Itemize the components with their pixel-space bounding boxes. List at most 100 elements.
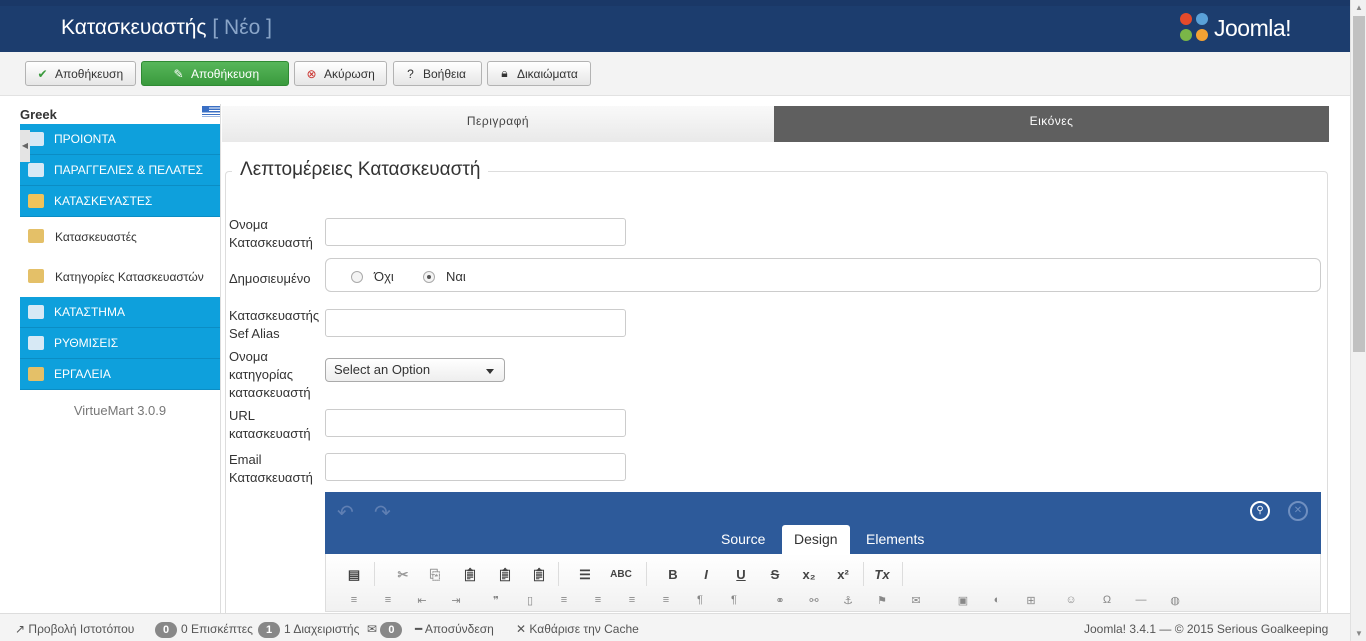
sidebar-subitem-manufacturer-categories[interactable]: Κατηγορίες Κατασκευαστών <box>20 257 220 297</box>
email-input[interactable] <box>325 453 626 481</box>
published-yes-radio[interactable] <box>423 271 435 283</box>
sidebar-item-products[interactable]: ΠΡΟΙΟΝΤΑ <box>20 124 220 155</box>
editor-tab-source[interactable]: Source <box>709 525 777 554</box>
lock-icon: 🔒︎ <box>501 66 508 80</box>
scroll-down-icon[interactable]: ▼ <box>1355 629 1363 638</box>
redo-icon[interactable]: ↷ <box>374 500 391 525</box>
spellcheck-icon[interactable]: ABC <box>610 564 632 586</box>
clear-cache-link[interactable]: ✕ Καθάρισε την Cache <box>516 622 639 636</box>
paste-word-icon[interactable]: 📋︎ <box>528 564 550 586</box>
sidebar-item-manufacturers[interactable]: ΚΑΤΑΣΚΕΥΑΣΤΕΣ <box>20 186 220 217</box>
rtl-icon[interactable]: ¶ <box>723 594 745 610</box>
new-document-icon[interactable]: ▤ <box>343 564 365 586</box>
tab-images[interactable]: Εικόνες <box>774 106 1329 142</box>
underline-icon[interactable]: U <box>730 564 752 586</box>
permissions-button[interactable]: 🔒︎ Δικαιώματα <box>487 61 591 86</box>
folder-icon <box>28 269 44 283</box>
logout-link[interactable]: ━ Αποσύνδεση <box>415 622 494 636</box>
align-left-icon[interactable]: ≡ <box>553 594 575 610</box>
help-button[interactable]: ? Βοήθεια <box>393 61 482 86</box>
scroll-up-icon[interactable]: ▲ <box>1355 3 1363 12</box>
link-icon[interactable]: ⚭ <box>769 594 791 610</box>
editor-tab-elements[interactable]: Elements <box>854 525 936 554</box>
toolbar-separator <box>863 562 864 586</box>
published-no-label[interactable]: Όχι <box>374 269 394 284</box>
justify-icon[interactable]: ≡ <box>655 594 677 610</box>
smiley-icon[interactable]: ☺ <box>1060 594 1082 610</box>
admins-status: 11 Διαχειριστής <box>258 622 359 638</box>
save-button[interactable]: ✔ Αποθήκευση <box>25 61 136 86</box>
save-close-button[interactable]: ✎ Αποθήκευση <box>141 61 289 86</box>
page-title-text: Κατασκευαστής <box>61 16 207 39</box>
tab-description[interactable]: Περιγραφή <box>222 106 774 142</box>
greek-flag-icon[interactable] <box>202 106 220 117</box>
published-label: Δημοσιευμένο <box>229 271 311 286</box>
subscript-icon[interactable]: x₂ <box>798 564 820 586</box>
paste-text-icon[interactable]: 📋︎ <box>494 564 516 586</box>
sidebar-item-settings[interactable]: ΡΥΘΜΙΣΕΙΣ <box>20 328 220 359</box>
media-icon[interactable]: ◐ <box>986 594 1008 610</box>
unlink-icon[interactable]: ⚯ <box>803 594 825 610</box>
clear-format-icon[interactable]: Tx <box>871 564 893 586</box>
sef-alias-label: Κατασκευαστής Sef Alias <box>229 308 320 341</box>
sidebar-item-label: Κατασκευαστές <box>55 230 137 244</box>
sidebar-item-store[interactable]: ΚΑΤΑΣΤΗΜΑ <box>20 297 220 328</box>
bullet-list-icon[interactable]: ≡ <box>377 594 399 610</box>
div-icon[interactable]: ▯ <box>519 594 541 610</box>
ltr-icon[interactable]: ¶ <box>689 594 711 610</box>
visitors-status: 00 Επισκέπτες <box>155 622 253 638</box>
paste-icon[interactable]: 📋︎ <box>459 564 481 586</box>
status-bar: ↗ Προβολή Ιστοτόπου 00 Επισκέπτες 11 Δια… <box>0 613 1350 641</box>
undo-icon[interactable]: ↶ <box>337 500 354 525</box>
close-icon[interactable]: ✕ <box>1288 501 1308 521</box>
select-all-icon[interactable]: ☰ <box>574 564 596 586</box>
copy-icon[interactable]: ⎘ <box>424 564 446 586</box>
globe-icon[interactable]: ◍ <box>1164 594 1186 610</box>
strikethrough-icon[interactable]: S <box>764 564 786 586</box>
sidebar-item-orders[interactable]: ΠΑΡΑΓΓΕΛΙΕΣ & ΠΕΛΑΤΕΣ <box>20 155 220 186</box>
flag-icon[interactable]: ⚑ <box>871 594 893 610</box>
scrollbar-thumb[interactable] <box>1353 16 1365 352</box>
editor-tab-design[interactable]: Design <box>782 525 850 554</box>
blockquote-icon[interactable]: ❞ <box>485 594 507 610</box>
superscript-icon[interactable]: x² <box>832 564 854 586</box>
cancel-button[interactable]: ⊗ Ακύρωση <box>294 61 387 86</box>
wrench-icon <box>28 229 44 243</box>
published-yes-label[interactable]: Ναι <box>446 269 466 284</box>
manufacturer-name-input[interactable] <box>325 218 626 246</box>
sef-alias-input[interactable] <box>325 309 626 337</box>
name-label: Ονομα Κατασκευαστή <box>229 217 313 250</box>
email-icon[interactable]: ✉ <box>905 594 927 610</box>
image-icon[interactable]: ▣ <box>952 594 974 610</box>
italic-icon[interactable]: I <box>695 564 717 586</box>
anchor-icon[interactable]: ⚓︎ <box>837 594 859 610</box>
editor-header: ↶ ↷ ⚲ ✕ Source Design Elements <box>325 492 1321 554</box>
cut-icon[interactable]: ✂ <box>392 564 414 586</box>
edit-icon: ✎ <box>173 66 184 81</box>
sidebar-item-tools[interactable]: ΕΡΓΑΛΕΙΑ <box>20 359 220 390</box>
content-tabs: Περιγραφή Εικόνες <box>222 106 1329 142</box>
messages-status[interactable]: ✉ 0 <box>367 622 406 638</box>
outdent-icon[interactable]: ⇤ <box>411 594 433 610</box>
joomla-logo-icon <box>1180 13 1210 43</box>
sidebar-divider <box>220 104 221 614</box>
horizontal-rule-icon[interactable]: ― <box>1130 594 1152 610</box>
indent-icon[interactable]: ⇥ <box>445 594 467 610</box>
visitors-badge: 0 <box>155 622 177 638</box>
category-select[interactable]: Select an Option <box>325 358 505 382</box>
special-char-icon[interactable]: Ω <box>1096 594 1118 610</box>
numbered-list-icon[interactable]: ≡ <box>343 594 365 610</box>
page-scrollbar[interactable]: ▲ ▼ <box>1350 0 1366 641</box>
sidebar-subitem-manufacturers[interactable]: Κατασκευαστές <box>20 217 220 257</box>
table-icon[interactable]: ⊞ <box>1020 594 1042 610</box>
published-no-radio[interactable] <box>351 271 363 283</box>
search-icon[interactable]: ⚲ <box>1250 501 1270 521</box>
align-center-icon[interactable]: ≡ <box>587 594 609 610</box>
published-radio-group: Όχι Ναι <box>325 258 1321 292</box>
align-right-icon[interactable]: ≡ <box>621 594 643 610</box>
settings-icon <box>28 336 44 350</box>
url-input[interactable] <box>325 409 626 437</box>
bold-icon[interactable]: B <box>662 564 684 586</box>
view-site-link[interactable]: ↗ Προβολή Ιστοτόπου <box>15 622 134 636</box>
sidebar-collapse-handle[interactable]: ◀ <box>20 130 30 162</box>
